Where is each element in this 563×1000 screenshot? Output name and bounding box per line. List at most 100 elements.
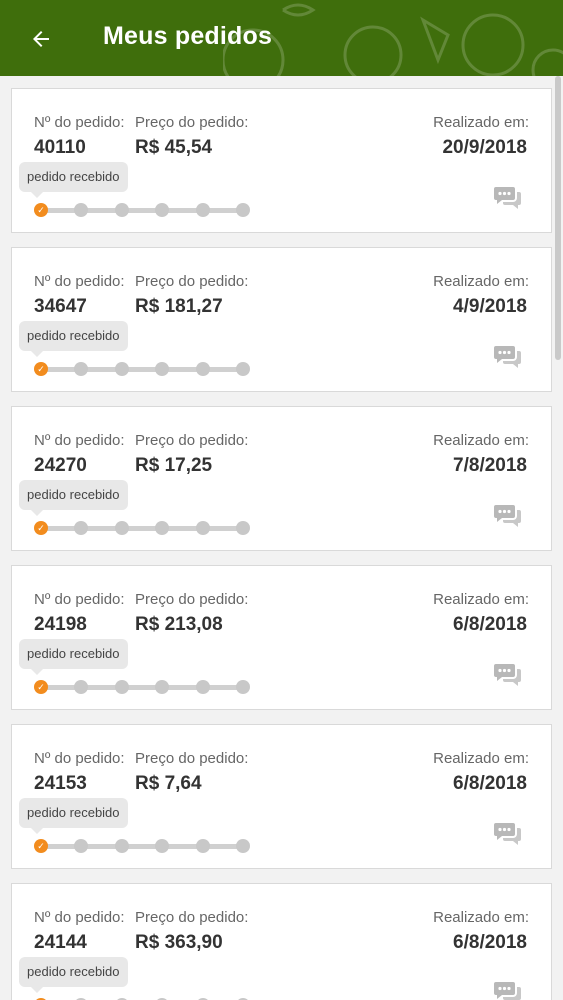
progress-step (74, 839, 89, 853)
order-price-label: Preço do pedido: (135, 432, 249, 449)
progress-step-done: ✓ (34, 680, 48, 694)
back-button[interactable] (22, 20, 60, 58)
page-title: Meus pedidos (103, 22, 273, 50)
order-date-label: Realizado em: (433, 114, 529, 131)
chat-icon[interactable] (493, 184, 523, 212)
order-number: 24144 (34, 932, 87, 953)
progress-step (236, 680, 250, 694)
order-price-label: Preço do pedido: (135, 591, 249, 608)
orders-list[interactable]: Nº do pedido: Preço do pedido: Realizado… (0, 76, 563, 1000)
order-card[interactable]: Nº do pedido: Preço do pedido: Realizado… (11, 724, 552, 869)
progress-step (236, 521, 250, 535)
progress-line (38, 844, 242, 849)
progress-step (155, 203, 170, 217)
progress-step (236, 839, 250, 853)
order-date-label: Realizado em: (433, 273, 529, 290)
order-number-label: Nº do pedido: (34, 591, 125, 608)
order-price: R$ 17,25 (135, 455, 213, 476)
order-number-label: Nº do pedido: (34, 273, 125, 290)
progress-step (114, 203, 129, 217)
progress-step (74, 362, 89, 376)
order-number: 24153 (34, 773, 87, 794)
order-price: R$ 213,08 (135, 614, 223, 635)
status-badge: pedido recebido (19, 957, 128, 993)
progress-step-done: ✓ (34, 203, 48, 217)
order-date-label: Realizado em: (433, 432, 529, 449)
progress-step (114, 362, 129, 376)
order-number: 24198 (34, 614, 87, 635)
order-price-label: Preço do pedido: (135, 909, 249, 926)
progress-step (155, 680, 170, 694)
progress-step (114, 680, 129, 694)
progress-step (155, 839, 170, 853)
progress-step-done: ✓ (34, 839, 48, 853)
order-price-label: Preço do pedido: (135, 114, 249, 131)
status-badge: pedido recebido (19, 480, 128, 516)
chat-icon[interactable] (493, 502, 523, 530)
order-date: 7/8/2018 (453, 455, 527, 476)
progress-step (74, 203, 89, 217)
order-price: R$ 7,64 (135, 773, 202, 794)
scrollbar[interactable] (555, 76, 561, 360)
order-date-label: Realizado em: (433, 591, 529, 608)
order-date-label: Realizado em: (433, 909, 529, 926)
arrow-left-icon (33, 31, 49, 47)
order-price: R$ 363,90 (135, 932, 223, 953)
order-progress-tracker: ✓ (34, 521, 250, 535)
progress-line (38, 208, 242, 213)
progress-step (195, 680, 210, 694)
order-card[interactable]: Nº do pedido: Preço do pedido: Realizado… (11, 247, 552, 392)
status-badge: pedido recebido (19, 321, 128, 357)
order-progress-tracker: ✓ (34, 839, 250, 853)
progress-step (74, 521, 89, 535)
progress-step (195, 839, 210, 853)
order-date-label: Realizado em: (433, 750, 529, 767)
progress-line (38, 526, 242, 531)
order-number-label: Nº do pedido: (34, 909, 125, 926)
order-number-label: Nº do pedido: (34, 432, 125, 449)
order-number: 40110 (34, 137, 86, 158)
progress-step (155, 521, 170, 535)
progress-line (38, 685, 242, 690)
order-date: 4/9/2018 (453, 296, 527, 317)
order-card[interactable]: Nº do pedido: Preço do pedido: Realizado… (11, 565, 552, 710)
order-card[interactable]: Nº do pedido: Preço do pedido: Realizado… (11, 88, 552, 233)
status-badge: pedido recebido (19, 798, 128, 834)
vegetables-pattern-icon (223, 3, 563, 76)
order-date: 6/8/2018 (453, 773, 527, 794)
progress-step (74, 680, 89, 694)
order-price-label: Preço do pedido: (135, 750, 249, 767)
order-number: 24270 (34, 455, 87, 476)
order-date: 6/8/2018 (453, 932, 527, 953)
order-card[interactable]: Nº do pedido: Preço do pedido: Realizado… (11, 406, 552, 551)
order-progress-tracker: ✓ (34, 680, 250, 694)
order-card[interactable]: Nº do pedido: Preço do pedido: Realizado… (11, 883, 552, 1000)
progress-step (114, 521, 129, 535)
order-progress-tracker: ✓ (34, 362, 250, 376)
progress-step-done: ✓ (34, 362, 48, 376)
order-date: 6/8/2018 (453, 614, 527, 635)
progress-step-done: ✓ (34, 521, 48, 535)
progress-step (195, 203, 210, 217)
progress-step (155, 362, 170, 376)
progress-step (195, 521, 210, 535)
status-badge: pedido recebido (19, 162, 128, 198)
order-price: R$ 181,27 (135, 296, 223, 317)
order-progress-tracker: ✓ (34, 203, 250, 217)
chat-icon[interactable] (493, 820, 523, 848)
order-number-label: Nº do pedido: (34, 114, 125, 131)
progress-step (114, 839, 129, 853)
chat-icon[interactable] (493, 343, 523, 371)
chat-icon[interactable] (493, 979, 523, 1000)
app-bar: Meus pedidos (0, 0, 563, 76)
order-number-label: Nº do pedido: (34, 750, 125, 767)
chat-icon[interactable] (493, 661, 523, 689)
order-date: 20/9/2018 (442, 137, 527, 158)
progress-step (236, 362, 250, 376)
order-price-label: Preço do pedido: (135, 273, 249, 290)
progress-line (38, 367, 242, 372)
order-price: R$ 45,54 (135, 137, 213, 158)
progress-step (236, 203, 250, 217)
status-badge: pedido recebido (19, 639, 128, 675)
order-number: 34647 (34, 296, 87, 317)
